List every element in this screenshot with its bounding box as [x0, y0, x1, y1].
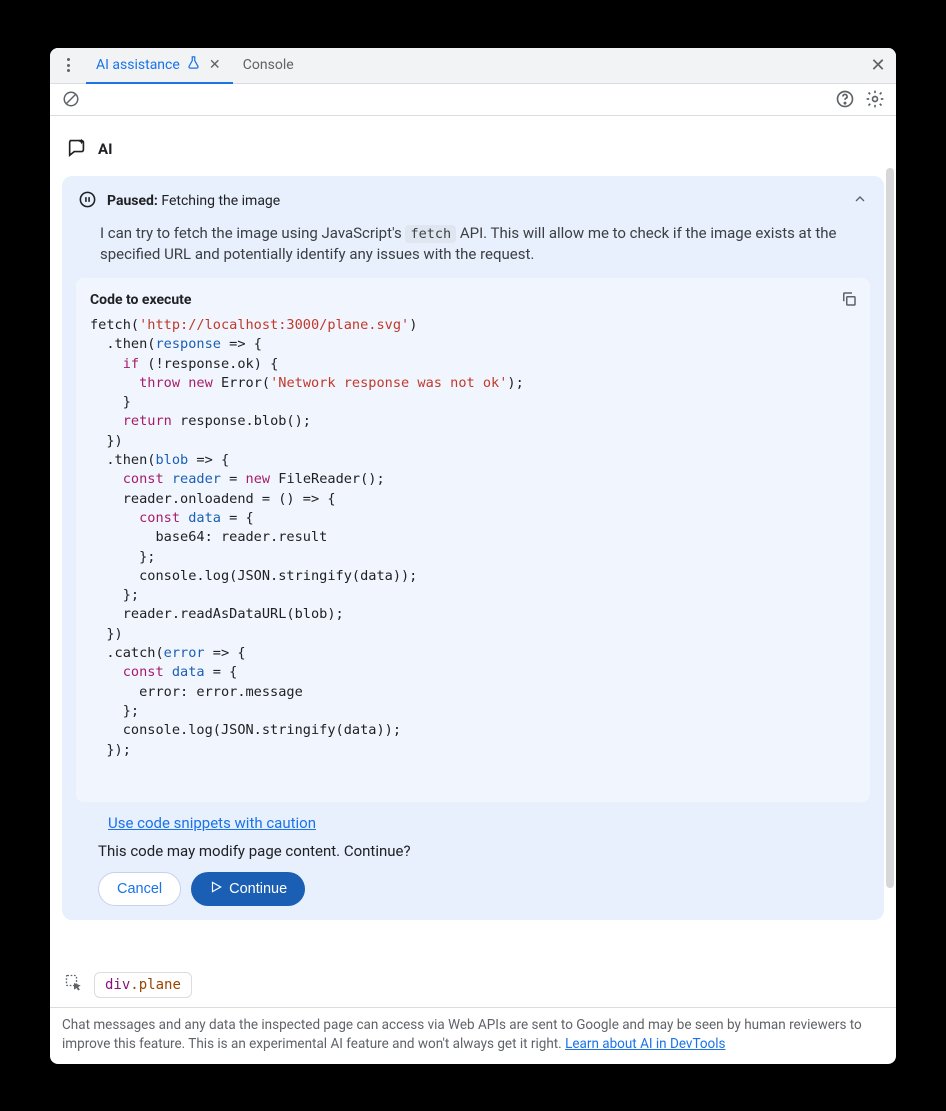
footer-link[interactable]: Learn about AI in DevTools [565, 1036, 725, 1052]
footer-text: Chat messages and any data the inspected… [62, 1017, 862, 1052]
card-description: I can try to fetch the image using JavaS… [62, 221, 884, 279]
help-icon[interactable] [834, 88, 856, 110]
button-row: Cancel Continue [62, 872, 884, 906]
tab-console[interactable]: Console [233, 48, 304, 84]
caution-link[interactable]: Use code snippets with caution [108, 814, 870, 832]
element-selector-row: div.plane [62, 972, 884, 998]
paused-card: Paused: Fetching the image I can try to … [62, 176, 884, 920]
tab-bar: AI assistance ✕ Console ✕ [50, 48, 896, 84]
scrollbar[interactable] [886, 168, 894, 948]
devtools-window: AI assistance ✕ Console ✕ [50, 48, 896, 1064]
code-block: Code to execute fetch('http://localhost:… [76, 278, 870, 802]
tab-ai-assistance[interactable]: AI assistance ✕ [86, 48, 233, 84]
clear-icon[interactable] [60, 88, 82, 110]
content-area: AI Paused: Fetching the image I can try … [50, 116, 896, 1007]
ai-section-header: AI [62, 128, 884, 176]
gear-icon[interactable] [864, 88, 886, 110]
continue-label: Continue [229, 881, 287, 897]
toolbar [50, 84, 896, 116]
code-content: fetch('http://localhost:3000/plane.svg')… [90, 316, 856, 760]
continue-prompt: This code may modify page content. Conti… [62, 836, 884, 872]
continue-button[interactable]: Continue [191, 872, 305, 906]
pause-icon [78, 190, 97, 213]
element-class: .plane [130, 977, 181, 993]
tab-menu-button[interactable] [56, 53, 80, 77]
ai-label: AI [98, 140, 112, 158]
paused-status: Paused: Fetching the image [107, 193, 280, 209]
close-tab-icon[interactable]: ✕ [207, 57, 223, 73]
kebab-icon [67, 58, 70, 72]
scrollbar-thumb[interactable] [886, 168, 894, 888]
element-picker-icon[interactable] [64, 973, 84, 997]
card-header: Paused: Fetching the image [62, 176, 884, 221]
play-icon [209, 880, 223, 898]
paused-title: Fetching the image [161, 193, 280, 209]
paused-label: Paused: [107, 193, 158, 209]
code-title: Code to execute [90, 292, 856, 308]
inline-code: fetch [405, 225, 456, 243]
cancel-button[interactable]: Cancel [98, 872, 181, 906]
tab-label: Console [243, 57, 294, 73]
chevron-up-icon[interactable] [852, 191, 868, 211]
close-panel-button[interactable]: ✕ [866, 53, 890, 77]
selected-element[interactable]: div.plane [94, 972, 192, 998]
tab-label: AI assistance [96, 57, 180, 73]
copy-icon[interactable] [840, 290, 858, 312]
element-tag-name: div [105, 977, 130, 993]
chat-spark-icon [66, 136, 88, 162]
footer: Chat messages and any data the inspected… [50, 1007, 896, 1064]
flask-icon [186, 55, 201, 74]
